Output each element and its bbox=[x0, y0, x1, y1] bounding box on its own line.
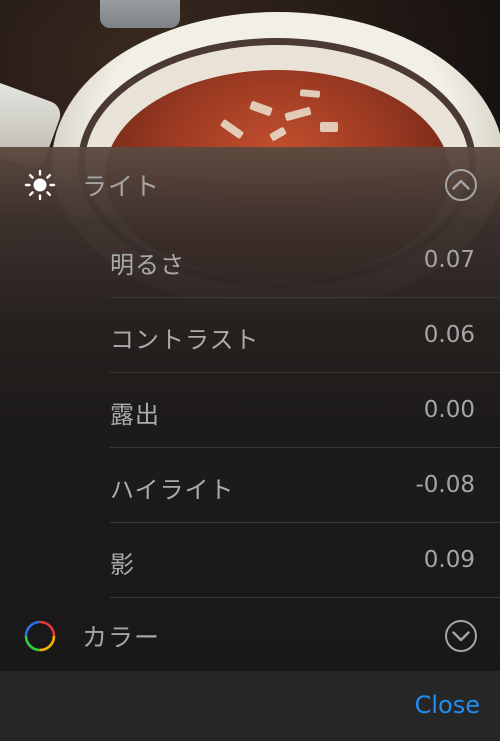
section-color-label: カラー bbox=[82, 622, 161, 652]
close-button[interactable]: Close bbox=[415, 691, 480, 719]
adjustment-value: -0.08 bbox=[415, 472, 475, 498]
topping bbox=[320, 122, 338, 132]
color-wheel-icon bbox=[24, 620, 56, 651]
adjustment-row-shadows[interactable]: 影 0.09 bbox=[0, 523, 500, 598]
chevron-down-icon[interactable] bbox=[444, 619, 478, 653]
adjustment-label: 露出 bbox=[110, 401, 160, 429]
sun-icon bbox=[24, 169, 56, 200]
adjustment-label: コントラスト bbox=[110, 326, 260, 354]
section-light[interactable]: ライト bbox=[0, 147, 500, 222]
adjustment-row-brightness[interactable]: 明るさ 0.07 bbox=[0, 223, 500, 298]
adjustment-label: 明るさ bbox=[110, 251, 185, 279]
adjustment-value: 0.09 bbox=[423, 547, 475, 573]
adjustment-label: 影 bbox=[110, 551, 135, 579]
bottom-toolbar: Close bbox=[0, 671, 500, 741]
adjustment-value: 0.06 bbox=[423, 322, 475, 348]
adjustment-label: ハイライト bbox=[110, 476, 235, 504]
section-light-label: ライト bbox=[82, 171, 161, 201]
adjustment-row-highlights[interactable]: ハイライト -0.08 bbox=[0, 448, 500, 523]
adjustment-row-exposure[interactable]: 露出 0.00 bbox=[0, 373, 500, 448]
adjustment-value: 0.00 bbox=[423, 397, 475, 423]
section-color[interactable]: カラー bbox=[0, 598, 500, 671]
chevron-up-icon[interactable] bbox=[444, 168, 478, 202]
adjustment-value: 0.07 bbox=[423, 247, 475, 273]
adjustments-panel: ライト 明るさ 0.07 コントラスト 0.06 露出 0.00 ハイライト -… bbox=[0, 147, 500, 671]
adjustment-row-contrast[interactable]: コントラスト 0.06 bbox=[0, 298, 500, 373]
glass bbox=[100, 0, 180, 28]
